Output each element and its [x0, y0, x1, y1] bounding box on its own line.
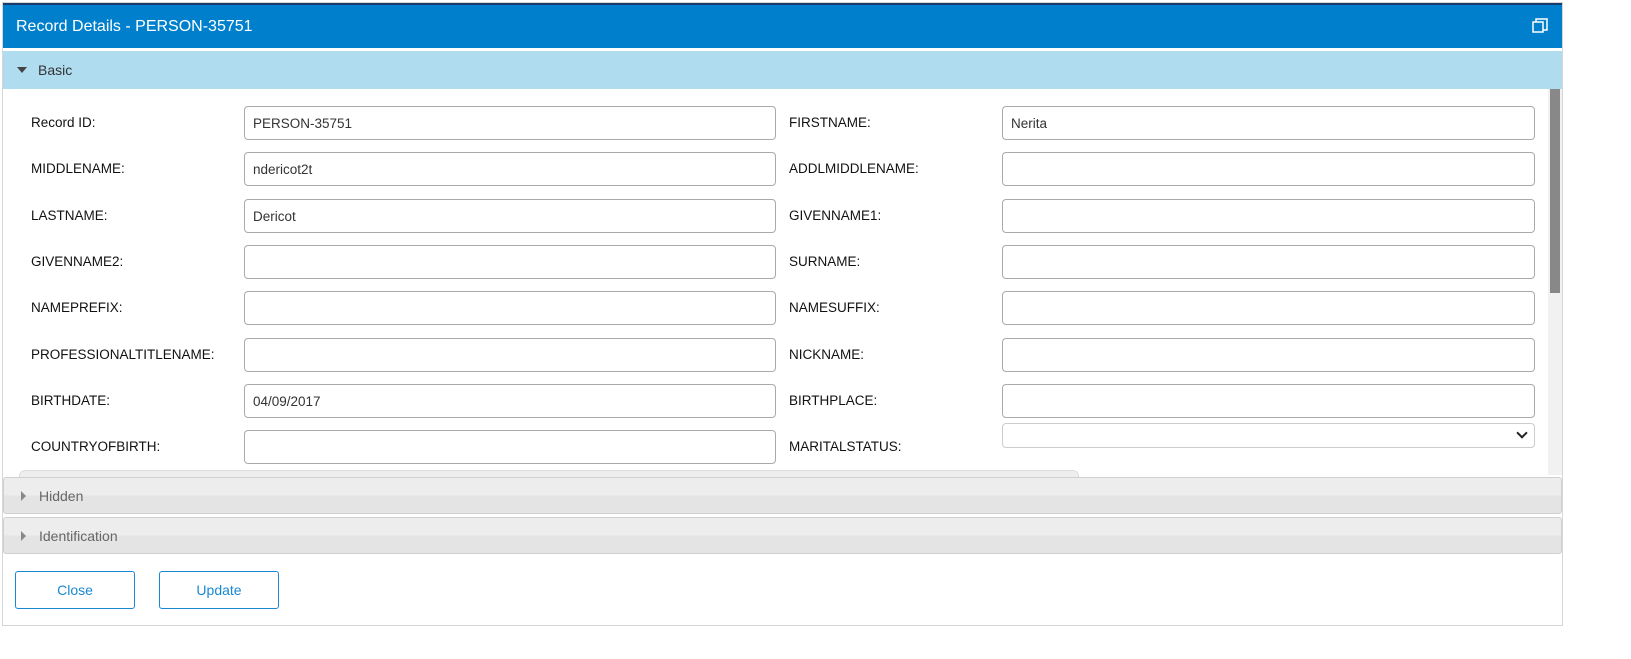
restore-window-icon[interactable]	[1532, 18, 1548, 34]
caret-right-icon	[21, 491, 26, 501]
nameprefix-label: NAMEPREFIX:	[31, 300, 123, 316]
birthdate-input[interactable]: 04/09/2017	[244, 383, 776, 418]
birthplace-input[interactable]	[1002, 383, 1535, 418]
scrollbar-thumb[interactable]	[1550, 89, 1560, 293]
nickname-label: NICKNAME:	[789, 346, 865, 362]
birthdate-label: BIRTHDATE:	[31, 392, 111, 408]
givenname2-label: GIVENNAME2:	[31, 253, 124, 269]
caret-right-icon	[21, 531, 26, 541]
section-hidden-label: Hidden	[39, 488, 84, 504]
givenname2-input[interactable]	[244, 244, 776, 279]
chevron-down-icon	[1516, 427, 1528, 439]
middlename-label: MIDDLENAME:	[31, 161, 125, 177]
basic-form: Record ID: PERSON-35751 FIRSTNAME: Nerita MI…	[3, 89, 1548, 475]
namesuffix-label: NAMESUFFIX:	[789, 300, 880, 316]
namesuffix-input[interactable]	[1002, 291, 1535, 326]
record-id-label: Record ID:	[31, 115, 96, 130]
birthdate-value: 04/09/2017	[253, 393, 321, 409]
middlename-input[interactable]: ndericot2t	[244, 152, 776, 187]
professionaltitlename-label: PROFESSIONALTITLENAME:	[31, 346, 215, 362]
section-basic-label: Basic	[38, 62, 73, 78]
birthplace-label: BIRTHPLACE:	[789, 392, 878, 408]
addlmiddlename-label: ADDLMIDDLENAME:	[789, 161, 919, 177]
countryofbirth-label: COUNTRYOFBIRTH:	[31, 439, 161, 455]
maritalstatus-select[interactable]	[1002, 423, 1535, 449]
record-details-dialog: Record Details - PERSON-35751 Basic Reco…	[2, 2, 1563, 626]
caret-down-icon	[17, 67, 27, 73]
surname-label: SURNAME:	[789, 253, 861, 269]
nickname-input[interactable]	[1002, 337, 1535, 372]
addlmiddlename-input[interactable]	[1002, 152, 1535, 187]
firstname-value: Nerita	[1011, 116, 1048, 131]
section-identification-header[interactable]: Identification	[3, 517, 1562, 554]
firstname-label: FIRSTNAME:	[789, 115, 871, 130]
record-id-input[interactable]: PERSON-35751	[244, 106, 776, 140]
lastname-input[interactable]: Dericot	[244, 198, 776, 233]
title-bar: Record Details - PERSON-35751	[3, 3, 1562, 48]
countryofbirth-input[interactable]	[244, 430, 776, 465]
vertical-scrollbar[interactable]	[1548, 89, 1562, 475]
dialog-title: Record Details - PERSON-35751	[16, 18, 253, 35]
lastname-value: Dericot	[253, 208, 296, 224]
nameprefix-input[interactable]	[244, 291, 776, 326]
close-button[interactable]: Close	[15, 571, 135, 609]
lastname-label: LASTNAME:	[31, 207, 108, 223]
record-id-value: PERSON-35751	[253, 116, 353, 131]
professionaltitlename-input[interactable]	[244, 337, 776, 372]
firstname-input[interactable]: Nerita	[1002, 106, 1535, 140]
maritalstatus-label: MARITALSTATUS:	[789, 439, 902, 455]
section-basic-header[interactable]: Basic	[3, 51, 1562, 89]
givenname1-label: GIVENNAME1:	[789, 207, 882, 223]
middlename-value: ndericot2t	[253, 162, 313, 178]
surname-input[interactable]	[1002, 244, 1535, 279]
section-hidden-header[interactable]: Hidden	[3, 477, 1562, 514]
section-identification-label: Identification	[39, 528, 118, 544]
givenname1-input[interactable]	[1002, 198, 1535, 233]
update-button[interactable]: Update	[159, 571, 279, 609]
